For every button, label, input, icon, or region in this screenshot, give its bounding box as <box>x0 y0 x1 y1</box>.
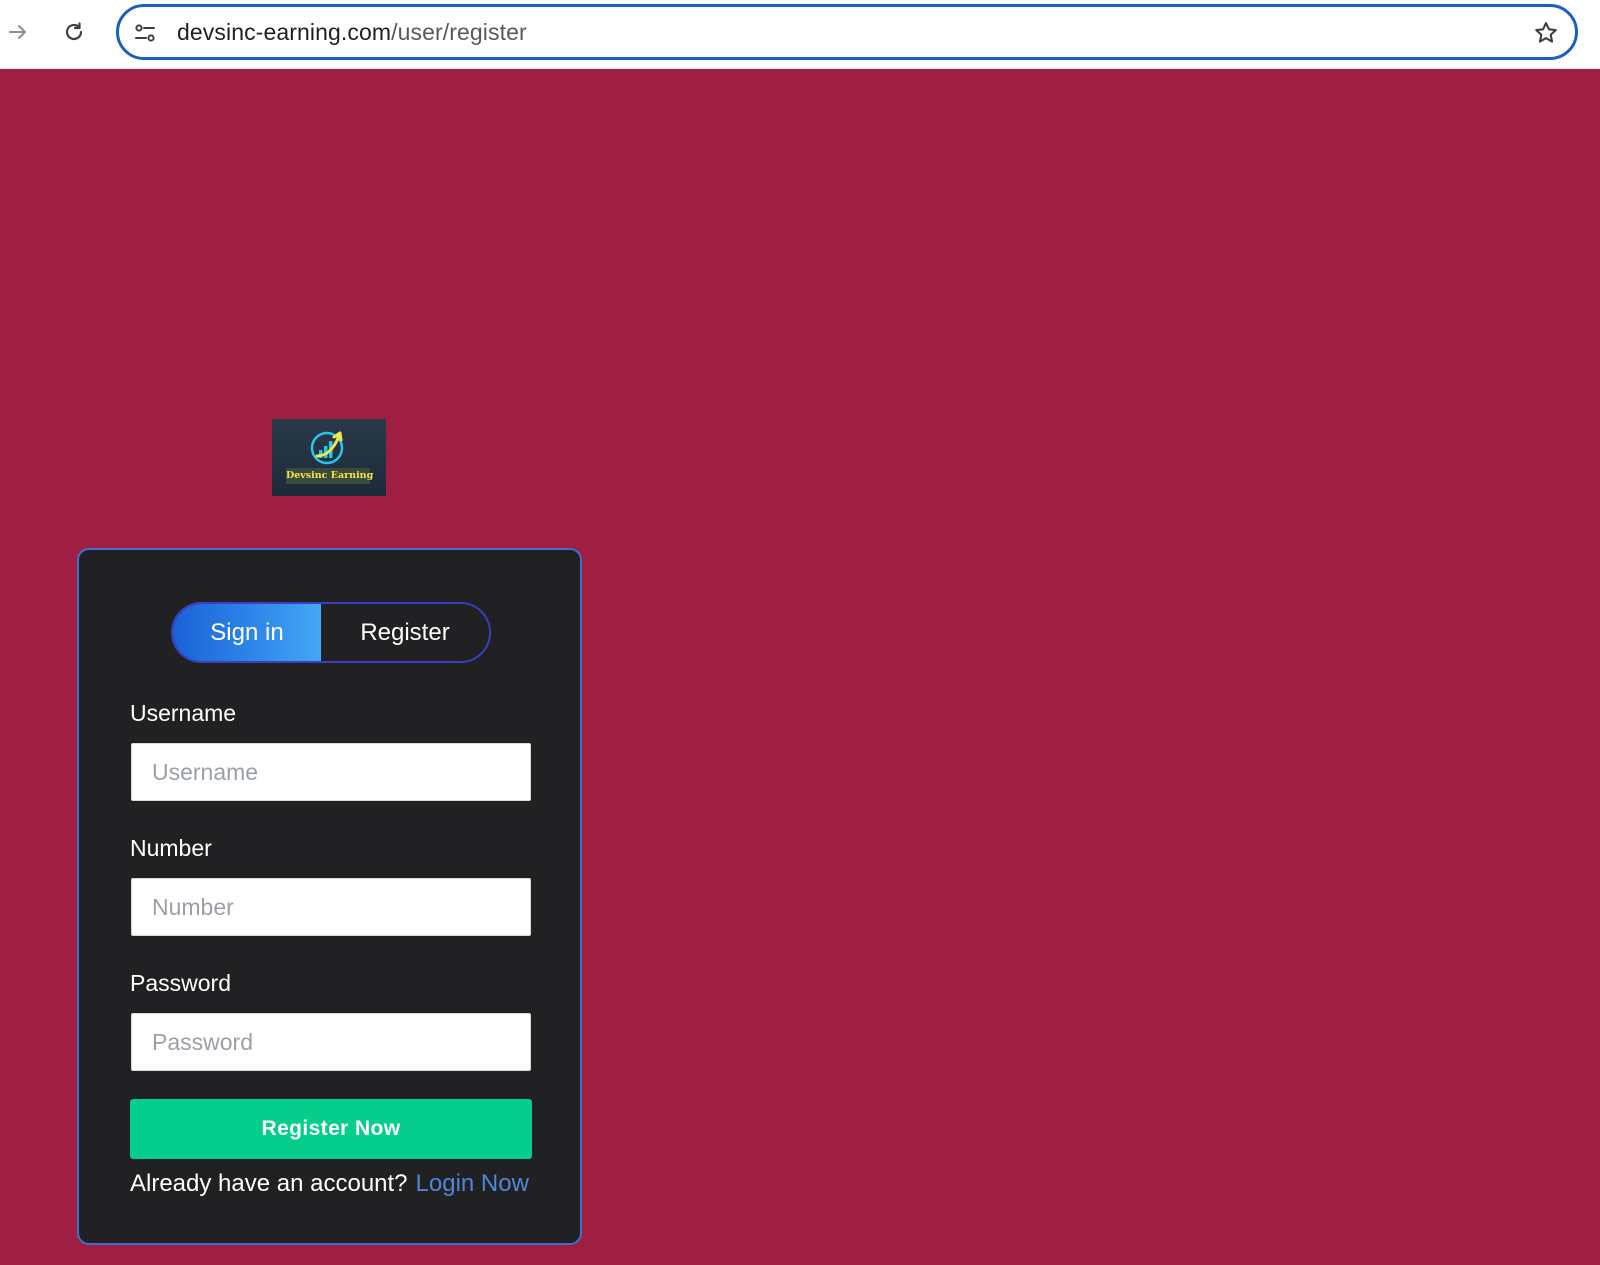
register-card: Sign in Register Username Number Passwor… <box>77 548 582 1245</box>
bookmark-button[interactable] <box>1531 18 1561 48</box>
browser-toolbar: devsinc-earning.com/user/register <box>0 0 1600 69</box>
username-input[interactable] <box>131 743 531 801</box>
register-now-button[interactable]: Register Now <box>130 1099 532 1159</box>
reload-icon <box>65 22 83 41</box>
auth-tab-switch: Sign in Register <box>171 602 491 663</box>
tune-icon <box>135 24 155 42</box>
password-label: Password <box>130 970 231 996</box>
login-now-link[interactable]: Login Now <box>416 1170 529 1198</box>
login-prompt: Already have an account? Login Now <box>130 1164 540 1204</box>
login-prompt-text: Already have an account? <box>130 1170 408 1197</box>
url-host: devsinc-earning.com <box>177 18 392 45</box>
address-bar[interactable]: devsinc-earning.com/user/register <box>116 4 1578 60</box>
site-info-button[interactable] <box>133 21 157 45</box>
site-logo: Devsinc Earning <box>272 419 386 496</box>
reload-button[interactable] <box>56 14 92 50</box>
forward-button[interactable] <box>0 14 36 50</box>
number-label: Number <box>130 835 212 861</box>
arrow-right-icon <box>9 25 26 39</box>
number-input[interactable] <box>131 878 531 936</box>
tab-sign-in[interactable]: Sign in <box>173 604 321 661</box>
star-icon <box>1535 22 1557 43</box>
password-input[interactable] <box>131 1013 531 1071</box>
url-path: /user/register <box>391 18 527 45</box>
tab-register[interactable]: Register <box>321 604 489 661</box>
username-label: Username <box>130 700 237 726</box>
logo-text: Devsinc Earning <box>286 468 373 484</box>
growth-chart-icon <box>310 431 344 465</box>
url-text[interactable]: devsinc-earning.com/user/register <box>177 7 527 57</box>
